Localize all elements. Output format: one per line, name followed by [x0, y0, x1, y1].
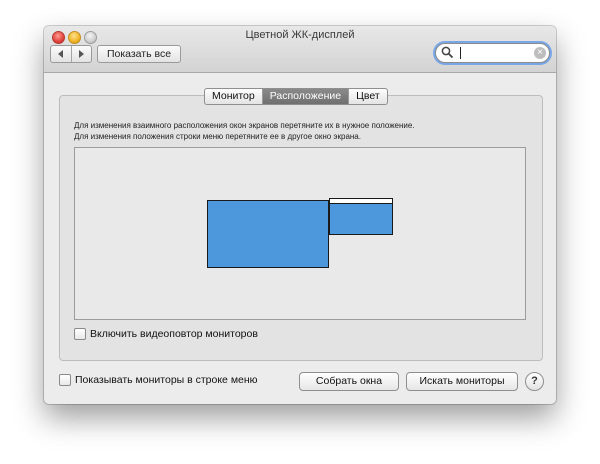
display-arrangement-area — [74, 147, 526, 320]
arrangement-instructions: Для изменения взаимного расположения око… — [74, 121, 534, 142]
preferences-window: Цветной ЖК-дисплей Показать все × Монито… — [44, 26, 556, 404]
nav-back-forward — [50, 45, 92, 63]
chevron-left-icon — [57, 50, 63, 58]
back-button[interactable] — [51, 46, 71, 62]
instruction-line-2: Для изменения положения строки меню пере… — [74, 131, 361, 141]
show-in-menu-row: Показывать мониторы в строке меню — [59, 374, 258, 386]
mirror-displays-checkbox[interactable] — [74, 328, 86, 340]
tab-monitor[interactable]: Монитор — [205, 89, 262, 104]
menu-bar-indicator[interactable] — [330, 199, 392, 204]
mirror-displays-label: Включить видеоповтор мониторов — [90, 328, 258, 340]
show-in-menu-checkbox[interactable] — [59, 374, 71, 386]
tab-arrangement[interactable]: Расположение — [261, 89, 349, 104]
mirror-displays-row: Включить видеоповтор мониторов — [74, 328, 258, 340]
instruction-line-1: Для изменения взаимного расположения око… — [74, 121, 415, 130]
gather-windows-button[interactable]: Собрать окна — [299, 372, 399, 391]
search-field[interactable]: × — [435, 43, 550, 63]
detect-displays-button[interactable]: Искать мониторы — [406, 372, 518, 391]
main-display[interactable] — [207, 200, 329, 268]
magnifier-icon — [441, 46, 454, 59]
chevron-right-icon — [79, 50, 85, 58]
forward-button[interactable] — [70, 46, 92, 62]
show-all-button[interactable]: Показать все — [97, 45, 181, 63]
show-in-menu-label: Показывать мониторы в строке меню — [75, 374, 258, 386]
title-bar: Цветной ЖК-дисплей Показать все × — [44, 26, 556, 73]
secondary-display[interactable] — [329, 198, 393, 235]
window-title: Цветной ЖК-дисплей — [245, 29, 355, 41]
tab-color[interactable]: Цвет — [348, 89, 387, 104]
clear-x-icon[interactable]: × — [534, 47, 546, 59]
help-button[interactable]: ? — [525, 372, 544, 391]
text-caret — [460, 47, 461, 59]
segmented-tabs: Монитор Расположение Цвет — [204, 88, 388, 105]
